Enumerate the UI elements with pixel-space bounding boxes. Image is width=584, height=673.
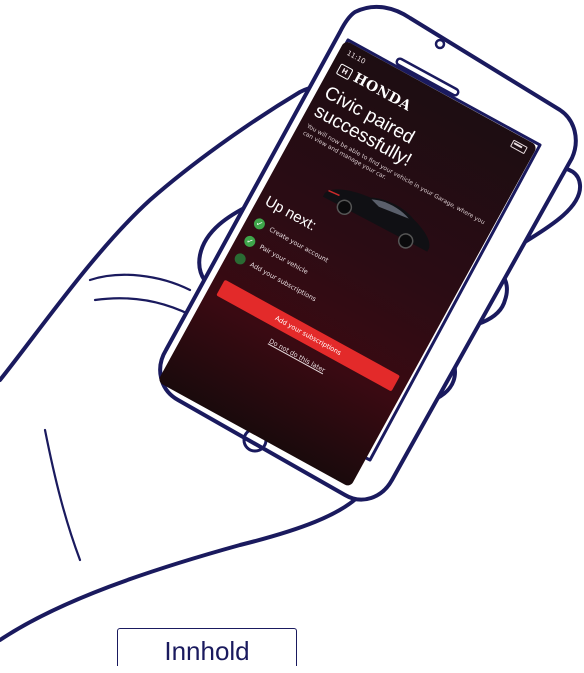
checkmark-icon: ✓: [242, 233, 258, 249]
contents-tab[interactable]: Innhold: [117, 628, 297, 666]
status-time: 11:10: [345, 49, 367, 66]
battery-icon: [509, 139, 528, 155]
wrist-line: [0, 493, 362, 642]
checkmark-icon: ✓: [252, 215, 268, 231]
pending-dot-icon: [232, 251, 248, 266]
honda-logo-icon: H: [335, 63, 354, 81]
